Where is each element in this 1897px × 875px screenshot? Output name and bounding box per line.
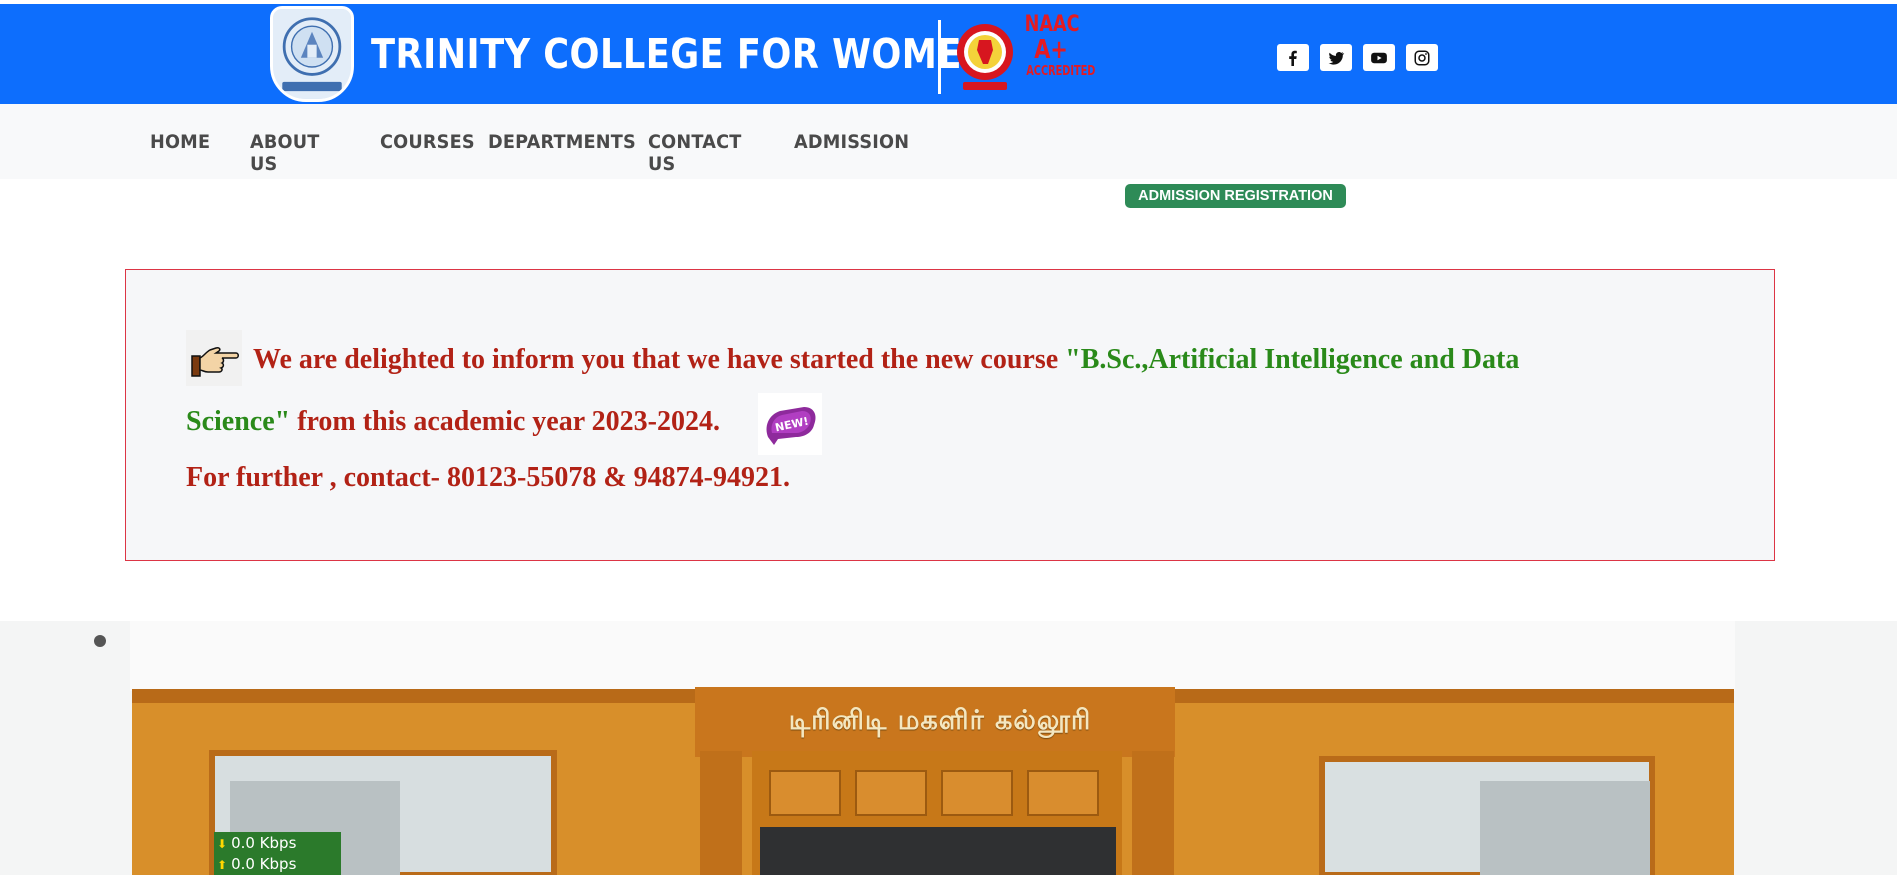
contact-numbers: For further , contact- 80123-55078 & 948… [186,462,790,493]
course-name-part-2: Science" [186,406,291,437]
announcement-intro-text: We are delighted to inform you that we h… [253,344,1066,375]
twitter-icon [1328,51,1345,65]
naac-label: NAAC [1024,12,1080,37]
twitter-link[interactable] [1320,44,1352,71]
facebook-icon [1289,50,1297,66]
college-name: TRINITY COLLEGE FOR WOMEN [371,30,992,78]
new-burst-icon: NEW! [766,407,816,445]
upload-speed: ⬆ 0.0 Kbps [217,854,341,875]
download-arrow-icon: ⬇ [217,837,228,851]
announcement-box: We are delighted to inform you that we h… [125,269,1775,561]
youtube-icon [1371,52,1387,63]
nav-courses[interactable]: COURSES [380,131,475,153]
nav-contact-us[interactable]: CONTACT US [648,131,765,175]
upload-speed-value: 0.0 Kbps [231,855,297,873]
download-speed-value: 0.0 Kbps [231,834,297,852]
new-badge: NEW! [758,393,822,455]
brand-divider [938,20,941,94]
nav-departments[interactable]: DEPARTMENTS [488,131,636,153]
nav-menu: HOME ABOUT US COURSES DEPARTMENTS CONTAC… [150,131,918,175]
social-links [1277,44,1438,71]
admission-registration-button[interactable]: ADMISSION REGISTRATION [1125,184,1346,208]
nav-about-us[interactable]: ABOUT US [250,131,352,175]
network-speed-widget: ⬇ 0.0 Kbps ⬆ 0.0 Kbps [214,832,341,875]
facebook-link[interactable] [1277,44,1309,71]
download-speed: ⬇ 0.0 Kbps [217,833,341,854]
college-seal-icon [273,9,351,99]
academic-year-text: from this academic year 2023-2024. [290,406,720,437]
main-navbar: HOME ABOUT US COURSES DEPARTMENTS CONTAC… [0,104,1897,179]
college-sign-text: டிரினிடி மகளிர் கல்லூரி [788,705,1092,736]
site-header: TRINITY COLLEGE FOR WOMEN NAAC A+ ACCRED… [0,4,1897,104]
nav-admission[interactable]: ADMISSION [794,131,909,153]
announcement-line-2: Science" from this academic year 2023-20… [186,406,720,438]
youtube-link[interactable] [1363,44,1395,71]
naac-grade: A+ [1034,35,1068,65]
upload-arrow-icon: ⬆ [217,858,228,872]
course-name-part-1: "B.Sc.,Artificial Intelligence and Data [1065,344,1520,375]
announcement-line-1: We are delighted to inform you that we h… [186,344,1519,376]
instagram-link[interactable] [1406,44,1438,71]
college-logo[interactable] [270,6,354,102]
instagram-icon [1414,50,1430,65]
naac-seal-icon [957,24,1013,90]
naac-badge: NAAC A+ ACCREDITED [1018,12,1096,79]
naac-accredited: ACCREDITED [1026,64,1096,79]
nav-home[interactable]: HOME [150,131,224,153]
